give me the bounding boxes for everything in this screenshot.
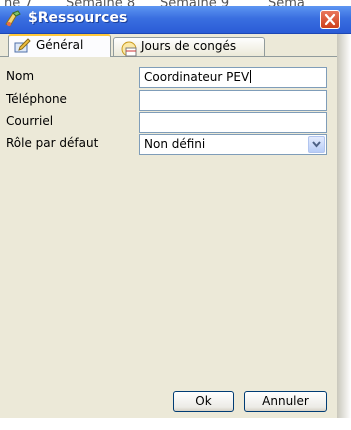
cancel-button[interactable]: Annuler	[244, 391, 327, 412]
tab-label: Jours de congés	[141, 39, 237, 53]
button-bar: Ok Annuler	[0, 386, 337, 418]
role-label: Rôle par défaut	[6, 136, 99, 150]
dialog-body: Général Jours de congés Nom Coordinateur…	[0, 34, 337, 418]
nom-field[interactable]: Coordinateur PEV	[139, 67, 327, 88]
dropdown-button[interactable]	[308, 136, 325, 153]
close-icon	[324, 13, 336, 26]
role-select[interactable]: Non défini	[139, 134, 327, 155]
courriel-label: Courriel	[6, 114, 54, 128]
tab-jours-de-conges[interactable]: Jours de congés	[113, 37, 265, 57]
window-titlebar[interactable]: $Ressources	[0, 6, 351, 34]
nom-label: Nom	[6, 69, 35, 83]
chevron-down-icon	[312, 141, 321, 148]
window-edge	[337, 34, 351, 418]
ok-button[interactable]: Ok	[173, 391, 234, 412]
close-button[interactable]	[320, 10, 340, 29]
courriel-field[interactable]	[139, 112, 327, 133]
general-panel: Nom Coordinateur PEV Téléphone Courriel …	[0, 56, 337, 386]
text-caret	[250, 70, 252, 83]
nom-value: Coordinateur PEV	[144, 70, 250, 84]
edit-icon	[14, 38, 32, 57]
app-icon	[4, 10, 22, 28]
tab-general[interactable]: Général	[8, 34, 111, 57]
tab-label: Général	[36, 38, 84, 52]
telephone-label: Téléphone	[6, 92, 67, 106]
role-value: Non défini	[144, 137, 206, 151]
telephone-field[interactable]	[139, 90, 327, 111]
window-title: $Ressources	[28, 10, 128, 26]
tab-strip: Général Jours de congés	[0, 34, 337, 57]
